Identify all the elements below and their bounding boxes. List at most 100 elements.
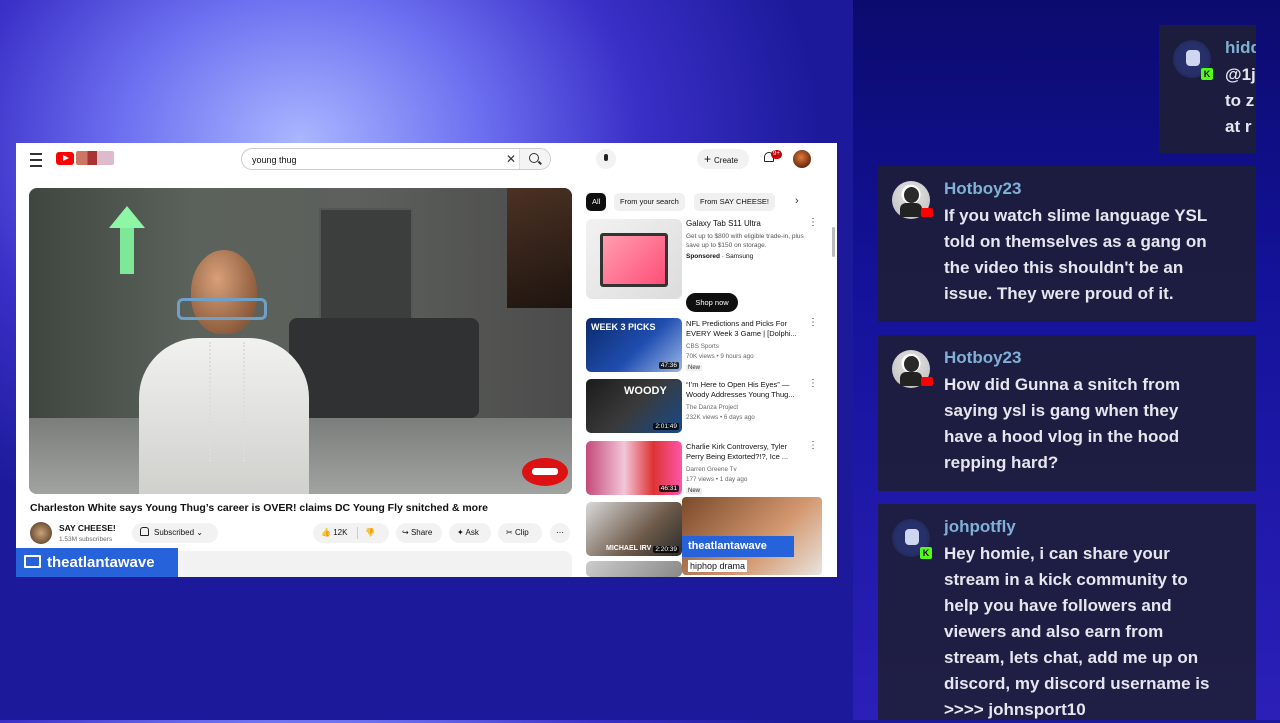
chat-text: How did Gunna a snitch from saying ysl i… xyxy=(944,372,1180,476)
rec-title[interactable]: NFL Predictions and Picks For EVERY Week… xyxy=(686,319,804,339)
sidebar-scrollbar[interactable] xyxy=(832,227,835,257)
sparkle-icon: ✦ xyxy=(457,528,464,537)
dislike-icon[interactable]: 👎 xyxy=(365,523,375,543)
screen-source-label: theatlantawave xyxy=(16,548,178,577)
chat-username: hidd xyxy=(1225,38,1256,57)
bell-icon xyxy=(140,527,149,536)
clip-button[interactable]: ✂ Clip xyxy=(498,523,542,543)
search-bar: ✕ xyxy=(241,148,551,170)
plus-icon: + xyxy=(704,152,712,166)
rec-meta: 177 views • 1 day ago xyxy=(686,476,748,483)
subscribed-button[interactable]: Subscribed ⌄ xyxy=(132,523,218,543)
like-icon: 👍 xyxy=(321,528,331,537)
more-icon: ⋯ xyxy=(556,528,564,537)
chat-line: stream, lets chat, add me up on xyxy=(944,648,1199,667)
chip-from-search[interactable]: From your search xyxy=(614,193,685,211)
rec-thumbnail[interactable]: MICHAEL IRV 2:20:39 xyxy=(586,502,682,556)
rec-duration: 47:36 xyxy=(658,362,679,369)
ask-button[interactable]: ✦ Ask xyxy=(449,523,491,543)
youtube-doodle[interactable] xyxy=(76,151,114,165)
ad-thumbnail[interactable] xyxy=(586,219,682,299)
share-button[interactable]: ↪ Share xyxy=(396,523,442,543)
cam-caption: hiphop drama xyxy=(688,560,748,572)
more-actions-button[interactable]: ⋯ xyxy=(550,523,570,543)
chat-message: Hotboy23 If you watch slime language YSL… xyxy=(878,166,1256,322)
search-input[interactable] xyxy=(250,151,524,169)
video-title: Charleston White says Young Thug’s caree… xyxy=(30,502,489,514)
chip-all[interactable]: All xyxy=(586,193,607,211)
like-count: 12K xyxy=(333,528,348,537)
background-couch xyxy=(289,318,479,418)
chat-line: viewers and also earn from xyxy=(944,622,1164,641)
rec-meta: 232K views • 6 days ago xyxy=(686,414,755,421)
ask-label: Ask xyxy=(465,528,479,537)
create-button[interactable]: + Create xyxy=(697,149,749,169)
ad-title[interactable]: Galaxy Tab S11 Ultra xyxy=(686,219,761,228)
chat-text: If you watch slime language YSL told on … xyxy=(944,203,1207,307)
scissors-icon: ✂ xyxy=(506,528,513,537)
rec-thumbnail[interactable]: WEEK 3 PICKS 47:36 xyxy=(586,318,682,372)
chat-line: the video this shouldn't be an xyxy=(944,258,1184,277)
new-badge: New xyxy=(686,365,703,371)
rec-thumbnail[interactable] xyxy=(586,561,682,577)
rec-thumbnail[interactable]: WOODY 2:01:49 xyxy=(586,379,682,433)
clip-label: Clip xyxy=(514,528,529,537)
sponsored-label: Sponsored xyxy=(686,253,720,260)
rec-meta: 70K views • 9 hours ago xyxy=(686,353,754,360)
chat-username: Hotboy23 xyxy=(944,179,1022,198)
chat-avatar: K xyxy=(1173,40,1213,80)
screen-source-text: theatlantawave xyxy=(47,554,155,571)
like-button[interactable]: 👍 12K 👎 xyxy=(313,523,389,543)
rec-menu-icon[interactable]: ⋮ xyxy=(808,440,818,451)
chat-line: saying ysl is gang when they xyxy=(944,401,1179,420)
ad-brand: Samsung xyxy=(725,253,754,260)
chat-line: discord, my discord username is xyxy=(944,674,1210,693)
subscriber-count: 1.53M subscribers xyxy=(59,536,113,543)
chat-line: to z xyxy=(1225,91,1255,110)
channel-avatar[interactable] xyxy=(30,522,52,544)
shop-now-button[interactable]: Shop now xyxy=(686,293,738,312)
rec-thumb-text: MICHAEL IRV xyxy=(606,545,652,552)
chat-username: johpotfly xyxy=(944,517,1016,536)
chat-line: told on themselves as a gang on xyxy=(944,232,1207,251)
chat-line: @1j xyxy=(1225,65,1256,84)
chat-line: at r xyxy=(1225,117,1252,136)
rec-menu-icon[interactable]: ⋮ xyxy=(808,378,818,389)
menu-icon[interactable] xyxy=(30,153,42,167)
chat-text: Hey homie, i can share your stream in a … xyxy=(944,541,1209,723)
chat-text: @1j to z at r xyxy=(1225,62,1256,140)
account-avatar[interactable] xyxy=(793,150,811,168)
chevron-right-icon[interactable]: › xyxy=(795,195,799,207)
new-badge: New xyxy=(686,488,703,494)
rec-channel[interactable]: CBS Sports xyxy=(686,343,719,350)
chat-avatar: K xyxy=(892,519,932,559)
youtube-logo-icon[interactable] xyxy=(56,152,74,165)
search-button[interactable] xyxy=(519,149,550,169)
mic-icon[interactable] xyxy=(596,149,616,169)
rec-thumbnail[interactable]: 46:31 xyxy=(586,441,682,495)
chat-message: K johpotfly Hey homie, i can share your … xyxy=(878,504,1256,720)
chat-line: help you have followers and xyxy=(944,596,1172,615)
ad-description: Get up to $800 with eligible trade-in, p… xyxy=(686,233,804,249)
rec-channel[interactable]: Darren Greene Tv xyxy=(686,466,737,473)
youtube-icon xyxy=(921,377,933,386)
rec-channel[interactable]: The Danza Project xyxy=(686,404,738,411)
chip-from-channel[interactable]: From SAY CHEESE! xyxy=(694,193,775,211)
kick-icon: K xyxy=(920,547,932,559)
ad-menu-icon[interactable]: ⋮ xyxy=(808,217,818,228)
youtube-header: ✕ +Create 9+ xyxy=(16,143,837,176)
video-subject xyxy=(139,250,309,494)
clear-icon[interactable]: ✕ xyxy=(506,152,516,166)
chat-line: issue. They were proud of it. xyxy=(944,284,1174,303)
search-icon xyxy=(529,153,539,163)
video-player[interactable] xyxy=(29,188,572,494)
background-window xyxy=(319,208,413,322)
share-icon: ↪ xyxy=(402,528,409,537)
rec-menu-icon[interactable]: ⋮ xyxy=(808,317,818,328)
chat-line: How did Gunna a snitch from xyxy=(944,375,1181,394)
rec-duration: 2:01:49 xyxy=(653,423,679,430)
rec-title[interactable]: “I’m Here to Open His Eyes” — Woody Addr… xyxy=(686,380,804,400)
chat-message: Hotboy23 How did Gunna a snitch from say… xyxy=(878,335,1256,491)
rec-title[interactable]: Charlie Kirk Controversy, Tyler Perry Be… xyxy=(686,442,804,462)
channel-name[interactable]: SAY CHEESE! xyxy=(59,523,116,533)
